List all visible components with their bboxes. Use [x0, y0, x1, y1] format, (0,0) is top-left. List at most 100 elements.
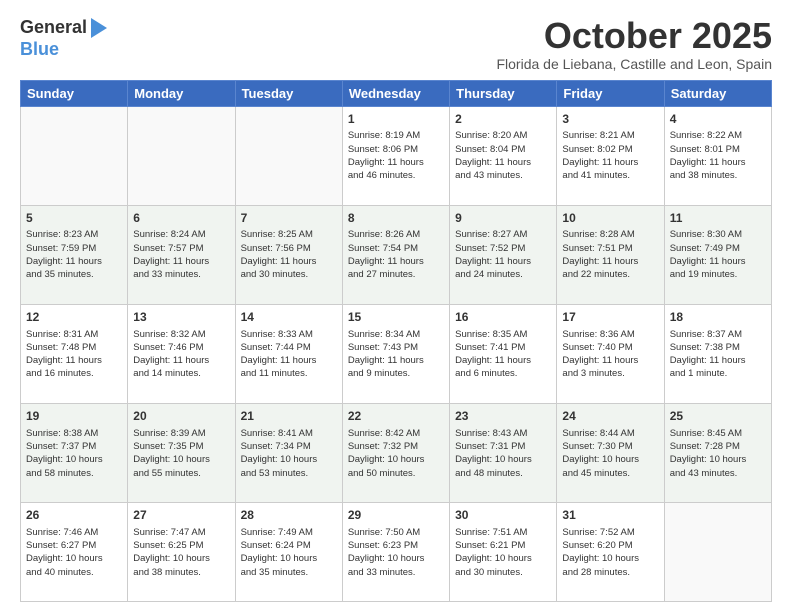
- table-row: 23Sunrise: 8:43 AMSunset: 7:31 PMDayligh…: [450, 403, 557, 502]
- day-number: 17: [562, 309, 658, 326]
- col-saturday: Saturday: [664, 80, 771, 106]
- day-info: Sunrise: 8:41 AM: [241, 427, 337, 440]
- day-number: 28: [241, 507, 337, 524]
- day-info: Daylight: 10 hours: [241, 453, 337, 466]
- day-info: Daylight: 11 hours: [348, 156, 444, 169]
- table-row: [235, 106, 342, 205]
- day-number: 21: [241, 408, 337, 425]
- calendar-week-row: 12Sunrise: 8:31 AMSunset: 7:48 PMDayligh…: [21, 304, 772, 403]
- day-info: Sunrise: 8:20 AM: [455, 129, 551, 142]
- day-info: and 19 minutes.: [670, 268, 766, 281]
- day-info: Daylight: 11 hours: [455, 156, 551, 169]
- day-info: and 38 minutes.: [670, 169, 766, 182]
- day-info: Daylight: 10 hours: [562, 552, 658, 565]
- table-row: 1Sunrise: 8:19 AMSunset: 8:06 PMDaylight…: [342, 106, 449, 205]
- day-info: and 40 minutes.: [26, 566, 122, 579]
- day-info: Sunrise: 8:19 AM: [348, 129, 444, 142]
- day-info: Sunset: 6:24 PM: [241, 539, 337, 552]
- day-info: Sunset: 7:56 PM: [241, 242, 337, 255]
- calendar-week-row: 19Sunrise: 8:38 AMSunset: 7:37 PMDayligh…: [21, 403, 772, 502]
- day-info: Sunset: 8:04 PM: [455, 143, 551, 156]
- day-info: and 9 minutes.: [348, 367, 444, 380]
- day-info: and 27 minutes.: [348, 268, 444, 281]
- day-info: and 55 minutes.: [133, 467, 229, 480]
- title-block: October 2025 Florida de Liebana, Castill…: [496, 16, 772, 72]
- col-wednesday: Wednesday: [342, 80, 449, 106]
- day-info: Sunset: 7:51 PM: [562, 242, 658, 255]
- day-info: Sunrise: 8:37 AM: [670, 328, 766, 341]
- day-info: Daylight: 11 hours: [670, 354, 766, 367]
- day-info: Daylight: 11 hours: [562, 354, 658, 367]
- day-info: Sunrise: 8:39 AM: [133, 427, 229, 440]
- day-info: Daylight: 10 hours: [133, 552, 229, 565]
- day-info: Sunrise: 8:21 AM: [562, 129, 658, 142]
- day-info: Sunrise: 8:23 AM: [26, 228, 122, 241]
- table-row: 13Sunrise: 8:32 AMSunset: 7:46 PMDayligh…: [128, 304, 235, 403]
- day-info: Sunset: 8:06 PM: [348, 143, 444, 156]
- day-number: 11: [670, 210, 766, 227]
- table-row: 2Sunrise: 8:20 AMSunset: 8:04 PMDaylight…: [450, 106, 557, 205]
- day-info: Daylight: 11 hours: [455, 354, 551, 367]
- day-number: 10: [562, 210, 658, 227]
- day-info: Sunset: 6:21 PM: [455, 539, 551, 552]
- day-info: Daylight: 11 hours: [26, 255, 122, 268]
- day-info: Daylight: 11 hours: [455, 255, 551, 268]
- day-info: Daylight: 10 hours: [133, 453, 229, 466]
- table-row: 11Sunrise: 8:30 AMSunset: 7:49 PMDayligh…: [664, 205, 771, 304]
- day-info: Sunrise: 7:51 AM: [455, 526, 551, 539]
- day-number: 22: [348, 408, 444, 425]
- day-info: Sunset: 7:46 PM: [133, 341, 229, 354]
- table-row: 17Sunrise: 8:36 AMSunset: 7:40 PMDayligh…: [557, 304, 664, 403]
- day-info: Sunrise: 8:30 AM: [670, 228, 766, 241]
- day-info: Sunset: 7:38 PM: [670, 341, 766, 354]
- table-row: 6Sunrise: 8:24 AMSunset: 7:57 PMDaylight…: [128, 205, 235, 304]
- day-info: Daylight: 11 hours: [670, 156, 766, 169]
- day-info: Sunset: 6:23 PM: [348, 539, 444, 552]
- day-info: and 58 minutes.: [26, 467, 122, 480]
- day-info: and 30 minutes.: [455, 566, 551, 579]
- day-info: Sunset: 7:57 PM: [133, 242, 229, 255]
- table-row: 18Sunrise: 8:37 AMSunset: 7:38 PMDayligh…: [664, 304, 771, 403]
- day-number: 27: [133, 507, 229, 524]
- table-row: 8Sunrise: 8:26 AMSunset: 7:54 PMDaylight…: [342, 205, 449, 304]
- calendar: Sunday Monday Tuesday Wednesday Thursday…: [20, 80, 772, 602]
- day-info: and 22 minutes.: [562, 268, 658, 281]
- day-info: Daylight: 11 hours: [241, 354, 337, 367]
- table-row: 31Sunrise: 7:52 AMSunset: 6:20 PMDayligh…: [557, 502, 664, 601]
- day-info: and 50 minutes.: [348, 467, 444, 480]
- day-info: Daylight: 11 hours: [133, 255, 229, 268]
- day-info: Sunrise: 7:47 AM: [133, 526, 229, 539]
- table-row: 5Sunrise: 8:23 AMSunset: 7:59 PMDaylight…: [21, 205, 128, 304]
- table-row: 12Sunrise: 8:31 AMSunset: 7:48 PMDayligh…: [21, 304, 128, 403]
- day-info: Sunrise: 8:33 AM: [241, 328, 337, 341]
- day-info: and 28 minutes.: [562, 566, 658, 579]
- day-number: 19: [26, 408, 122, 425]
- day-info: Sunset: 7:43 PM: [348, 341, 444, 354]
- table-row: [128, 106, 235, 205]
- calendar-header-row: Sunday Monday Tuesday Wednesday Thursday…: [21, 80, 772, 106]
- logo: General Blue: [20, 16, 109, 60]
- day-info: Sunrise: 7:46 AM: [26, 526, 122, 539]
- day-info: and 41 minutes.: [562, 169, 658, 182]
- day-info: Sunset: 7:44 PM: [241, 341, 337, 354]
- day-number: 29: [348, 507, 444, 524]
- col-friday: Friday: [557, 80, 664, 106]
- day-number: 31: [562, 507, 658, 524]
- logo-general: General: [20, 18, 87, 38]
- col-tuesday: Tuesday: [235, 80, 342, 106]
- day-info: and 16 minutes.: [26, 367, 122, 380]
- day-info: Sunset: 7:28 PM: [670, 440, 766, 453]
- day-info: Sunrise: 8:32 AM: [133, 328, 229, 341]
- table-row: 15Sunrise: 8:34 AMSunset: 7:43 PMDayligh…: [342, 304, 449, 403]
- day-info: Sunrise: 8:43 AM: [455, 427, 551, 440]
- header: General Blue October 2025 Florida de Lie…: [20, 16, 772, 72]
- day-info: Sunset: 7:30 PM: [562, 440, 658, 453]
- day-number: 20: [133, 408, 229, 425]
- day-info: Sunset: 7:49 PM: [670, 242, 766, 255]
- month-title: October 2025: [496, 16, 772, 56]
- day-info: and 11 minutes.: [241, 367, 337, 380]
- day-info: and 53 minutes.: [241, 467, 337, 480]
- day-info: Sunrise: 8:27 AM: [455, 228, 551, 241]
- table-row: 30Sunrise: 7:51 AMSunset: 6:21 PMDayligh…: [450, 502, 557, 601]
- day-info: Daylight: 11 hours: [348, 255, 444, 268]
